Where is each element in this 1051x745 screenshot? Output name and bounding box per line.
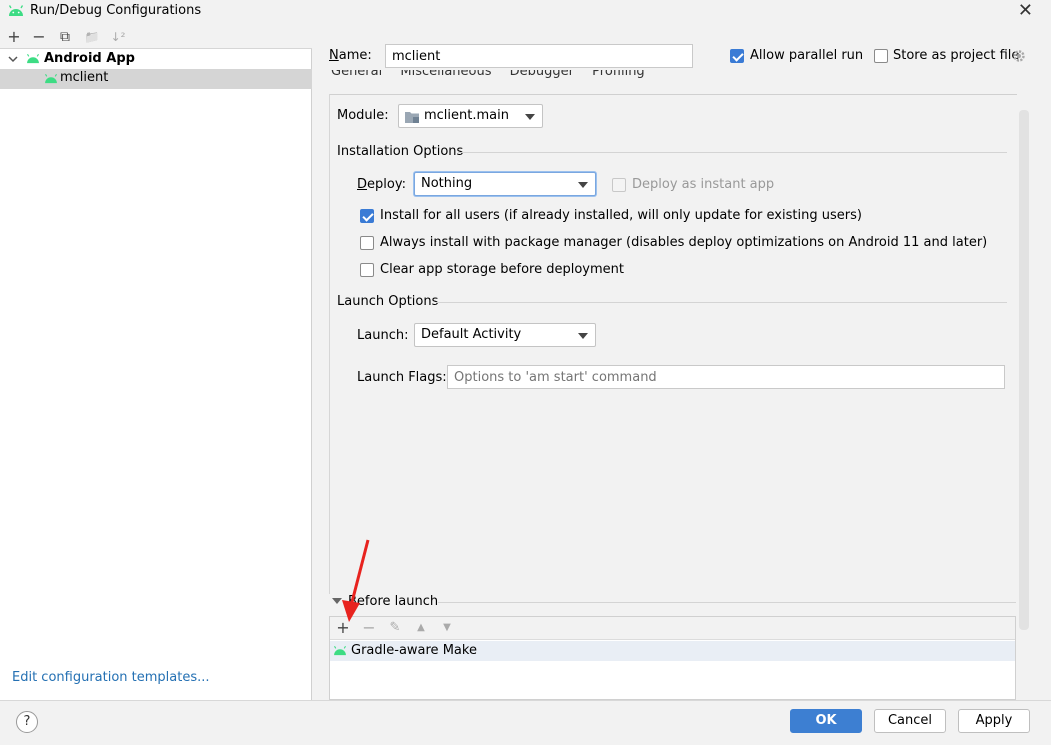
clear-app-storage-label: Clear app storage before deployment <box>380 262 624 277</box>
vertical-scrollbar[interactable] <box>1019 110 1029 630</box>
divider <box>436 302 1007 303</box>
before-launch-toolbar: + − ✎ ▲ ▼ <box>330 617 1015 640</box>
allow-parallel-run-checkbox[interactable] <box>730 49 744 63</box>
remove-configuration-icon[interactable]: − <box>29 27 49 47</box>
installation-options-heading: Installation Options <box>337 144 464 159</box>
chevron-down-icon[interactable] <box>8 56 18 63</box>
move-down-icon[interactable]: ▼ <box>437 618 457 638</box>
close-icon[interactable]: ✕ <box>1018 0 1033 22</box>
module-label: Module: <box>337 108 389 123</box>
divider <box>329 94 1017 95</box>
allow-parallel-run-label: Allow parallel run <box>750 48 864 63</box>
install-for-all-users-label: Install for all users (if already instal… <box>380 208 862 223</box>
launch-select[interactable]: Default Activity <box>414 323 596 347</box>
window-title: Run/Debug Configurations <box>30 3 202 18</box>
always-install-package-manager-label: Always install with package manager (dis… <box>380 235 988 250</box>
module-folder-icon <box>405 112 419 123</box>
tree-item-label: mclient <box>60 70 109 85</box>
divider <box>329 94 330 594</box>
deploy-instant-app-label: Deploy as instant app <box>632 177 775 192</box>
chevron-down-icon <box>525 114 535 120</box>
configuration-tree-panel <box>0 25 312 700</box>
tab-profiling[interactable]: Profiling <box>592 70 645 79</box>
name-input[interactable] <box>385 44 693 68</box>
edit-configuration-templates-link[interactable]: Edit configuration templates... <box>12 670 210 685</box>
add-configuration-icon[interactable]: + <box>4 27 24 47</box>
store-as-project-file-label: Store as project file <box>893 48 1020 63</box>
copy-configuration-icon[interactable]: ⧉ <box>55 27 75 47</box>
tab-miscellaneous[interactable]: Miscellaneous <box>400 70 491 79</box>
apply-button[interactable]: Apply <box>958 709 1030 733</box>
launch-flags-input[interactable] <box>447 365 1005 389</box>
android-icon <box>334 645 346 656</box>
chevron-down-icon <box>578 182 588 188</box>
annotation-arrow <box>342 539 370 622</box>
android-icon <box>27 53 39 64</box>
deploy-select-value: Nothing <box>421 176 473 191</box>
deploy-label: Deploy: <box>357 177 406 192</box>
name-label: Name: <box>329 48 372 63</box>
android-icon <box>8 5 24 16</box>
tree-toolbar: + − ⧉ 📁 ↓² <box>0 25 312 49</box>
launch-label: Launch: <box>357 328 409 343</box>
module-select[interactable]: mclient.main <box>398 104 543 128</box>
gear-icon[interactable] <box>1012 49 1026 63</box>
tab-general[interactable]: General <box>331 70 382 79</box>
launch-select-value: Default Activity <box>421 327 522 342</box>
tab-debugger[interactable]: Debugger <box>510 70 574 79</box>
help-button[interactable]: ? <box>16 711 38 733</box>
tree-group-label: Android App <box>44 51 135 66</box>
launch-options-heading: Launch Options <box>337 294 439 309</box>
always-install-package-manager-checkbox[interactable] <box>360 236 374 250</box>
move-up-icon[interactable]: ▲ <box>411 618 431 638</box>
cancel-button[interactable]: Cancel <box>874 709 946 733</box>
android-icon <box>45 73 57 84</box>
task-label: Gradle-aware Make <box>351 643 477 658</box>
edit-task-icon[interactable]: ✎ <box>385 618 405 638</box>
chevron-down-icon <box>578 333 588 339</box>
tree-item-mclient[interactable]: mclient <box>0 69 312 89</box>
tab-strip: General Miscellaneous Debugger Profiling <box>331 70 1011 84</box>
deploy-select[interactable]: Nothing <box>414 172 596 196</box>
tree-group-android-app[interactable]: Android App <box>0 50 312 69</box>
store-as-project-file-checkbox[interactable] <box>874 49 888 63</box>
deploy-instant-app-checkbox[interactable] <box>612 178 626 192</box>
sort-icon[interactable]: ↓² <box>108 27 128 47</box>
clear-app-storage-checkbox[interactable] <box>360 263 374 277</box>
divider <box>438 602 1016 603</box>
launch-flags-label: Launch Flags: <box>357 370 447 385</box>
list-item[interactable]: Gradle-aware Make <box>330 641 1015 661</box>
divider <box>458 152 1007 153</box>
install-for-all-users-checkbox[interactable] <box>360 209 374 223</box>
new-folder-icon[interactable]: 📁 <box>82 27 102 47</box>
ok-button[interactable]: OK <box>790 709 862 733</box>
module-select-value: mclient.main <box>424 108 509 123</box>
